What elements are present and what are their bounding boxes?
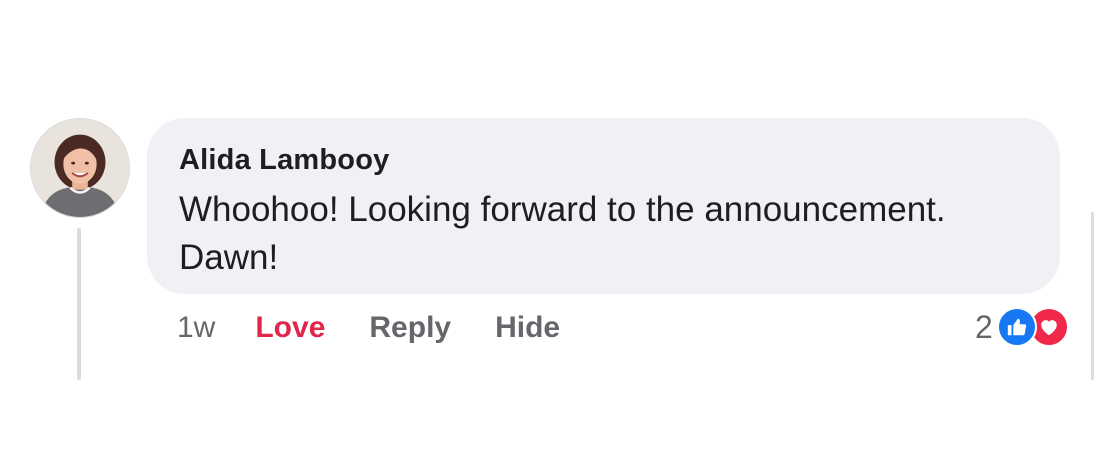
hide-button[interactable]: Hide	[495, 311, 560, 345]
thread-line	[77, 228, 81, 380]
reaction-summary[interactable]: 2	[975, 304, 1069, 350]
avatar-photo-icon	[31, 119, 129, 217]
comment-actions: 1w Love Reply Hide	[177, 306, 604, 350]
avatar[interactable]	[30, 118, 130, 218]
comment-author[interactable]: Alida Lambooy	[179, 142, 1030, 178]
comment-text: Whoohoo! Looking forward to the announce…	[179, 190, 946, 277]
comment-thread: Alida Lambooy Whoohoo! Looking forward t…	[0, 0, 1094, 469]
comment-timestamp[interactable]: 1w	[177, 311, 215, 345]
like-icon	[996, 307, 1037, 347]
reaction-count: 2	[975, 308, 993, 345]
reply-button[interactable]: Reply	[369, 311, 451, 345]
love-button[interactable]: Love	[255, 311, 325, 345]
comment-bubble: Alida Lambooy Whoohoo! Looking forward t…	[147, 118, 1060, 294]
